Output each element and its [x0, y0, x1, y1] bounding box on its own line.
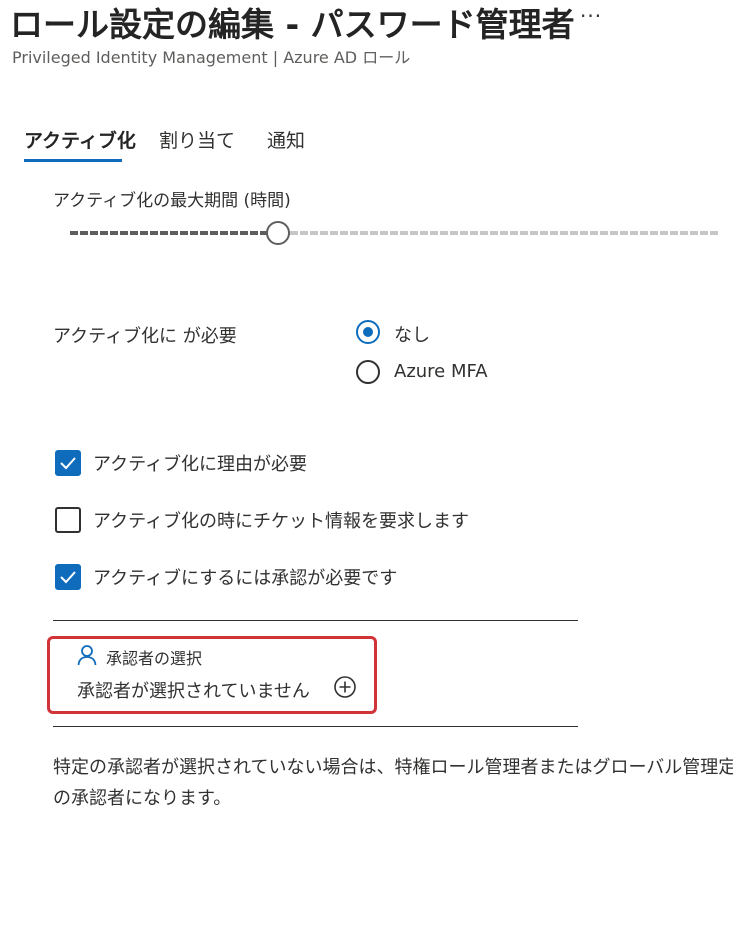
duration-slider-remaining-track: [290, 231, 720, 235]
add-circle-icon[interactable]: [333, 675, 357, 699]
require-approval-checkbox[interactable]: [55, 564, 81, 590]
require-approval-label: アクティブにするには承認が必要です: [93, 568, 398, 589]
select-approvers-link[interactable]: 承認者の選択: [106, 645, 202, 669]
page-subtitle: Privileged Identity Management | Azure A…: [12, 48, 411, 67]
tab-activation[interactable]: アクティブ化: [24, 126, 136, 153]
mfa-option-azure-mfa-radio[interactable]: [356, 360, 380, 384]
checkmark-icon: [60, 457, 76, 470]
duration-slider-thumb[interactable]: [266, 221, 290, 245]
require-justification-checkbox[interactable]: [55, 450, 81, 476]
section-divider-top: [53, 620, 578, 621]
tab-assignment[interactable]: 割り当て: [159, 126, 235, 153]
require-ticket-info-label: アクティブ化の時にチケット情報を要求します: [93, 511, 470, 532]
section-divider-bottom: [53, 726, 578, 727]
require-justification-label: アクティブ化に理由が必要: [93, 454, 308, 475]
page-title: ロール設定の編集 - パスワード管理者: [10, 5, 575, 44]
checkmark-icon: [60, 571, 76, 584]
mfa-option-none-label: なし: [394, 325, 430, 346]
more-options-button[interactable]: ···: [580, 4, 602, 28]
max-duration-label: アクティブ化の最大期間 (時間): [53, 191, 291, 211]
active-tab-indicator: [24, 159, 122, 162]
mfa-option-azure-mfa-label: Azure MFA: [394, 361, 488, 382]
no-approvers-text: 承認者が選択されていません: [77, 681, 310, 702]
approver-description: 特定の承認者が選択されていない場合は、特権ロール管理者またはグローバル管理定の承…: [53, 757, 733, 809]
person-icon: [77, 644, 97, 666]
require-ticket-info-checkbox[interactable]: [55, 507, 81, 533]
tab-notification[interactable]: 通知: [267, 126, 305, 153]
mfa-requirement-label: アクティブ化に が必要: [53, 326, 237, 347]
mfa-option-none-radio[interactable]: [356, 320, 380, 344]
duration-slider-filled-track: [70, 231, 272, 235]
